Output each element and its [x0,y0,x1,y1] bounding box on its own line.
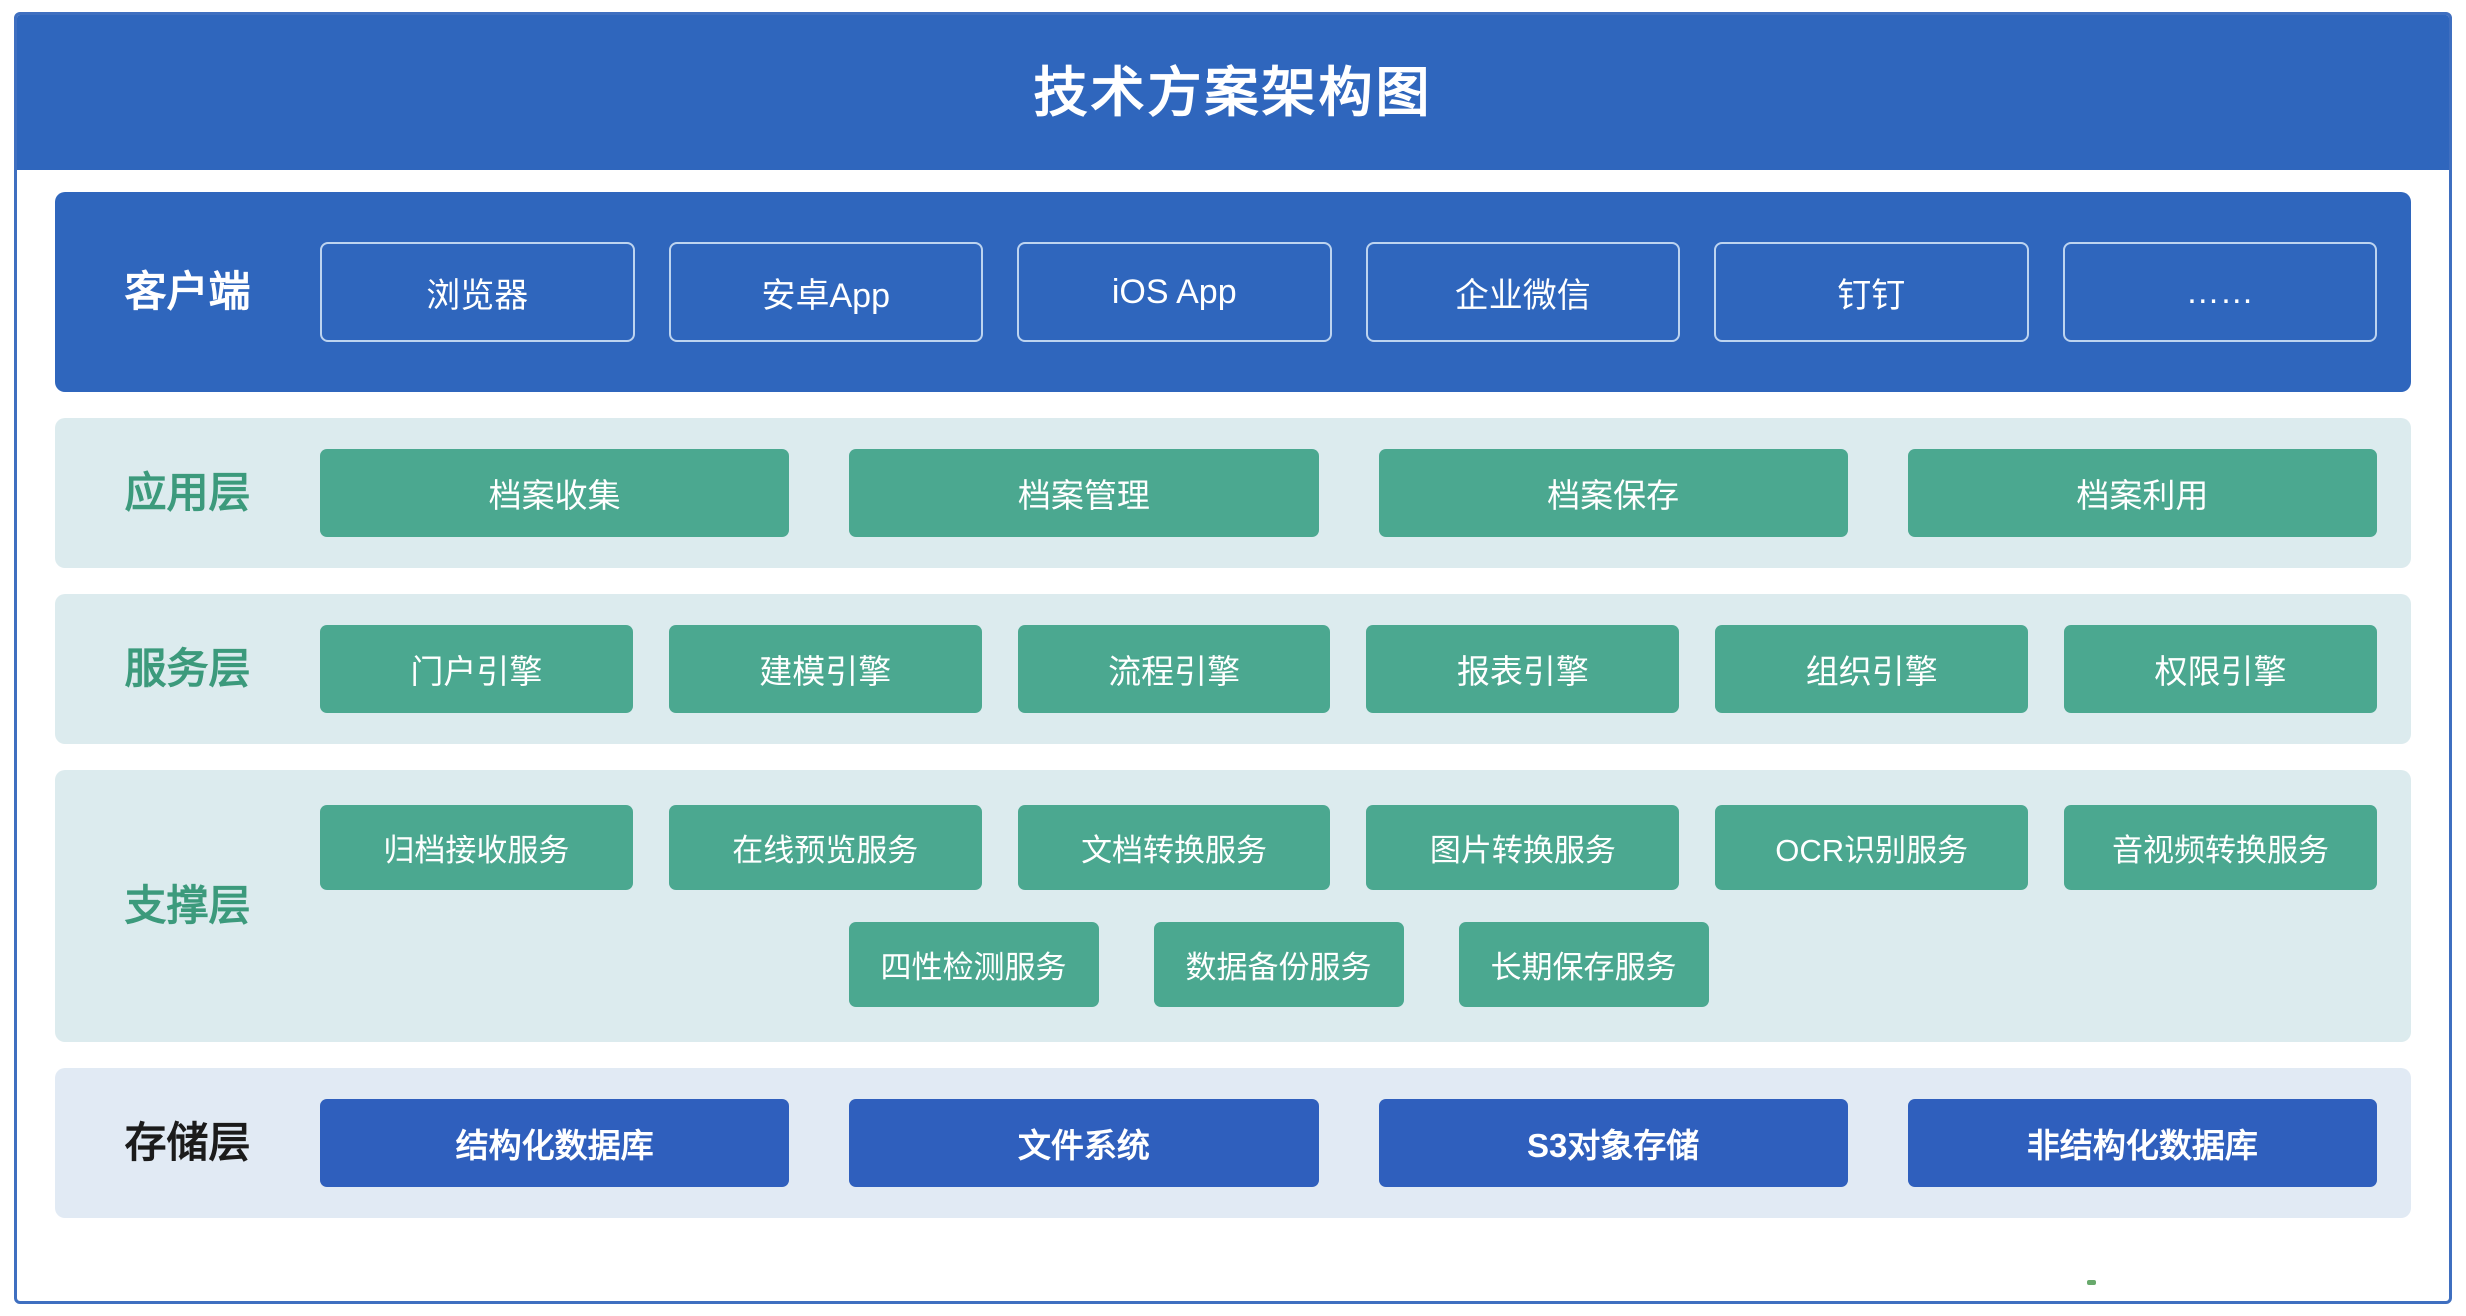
diagram-frame: 技术方案架构图 客户端 浏览器 安卓App iOS App 企业微信 钉钉 ……… [14,12,2452,1304]
layer-service-boxes: 门户引擎 建模引擎 流程引擎 报表引擎 组织引擎 权限引擎 [320,625,2377,713]
storage-item-s3-object-storage[interactable]: S3对象存储 [1378,1099,1848,1187]
layer-label-client: 客户端 [124,268,251,315]
diagram-header: 技术方案架构图 [17,15,2449,170]
client-item-wecom[interactable]: 企业微信 [1365,242,1680,342]
page-title: 技术方案架构图 [1033,62,1433,123]
diagram-body: 客户端 浏览器 安卓App iOS App 企业微信 钉钉 …… 应用层 档案收… [17,170,2449,1301]
architecture-diagram-page: 技术方案架构图 客户端 浏览器 安卓App iOS App 企业微信 钉钉 ……… [0,0,2466,1316]
client-item-ios-app[interactable]: iOS App [1017,242,1332,342]
support-row-secondary: 四性检测服务 数据备份服务 长期保存服务 [320,922,2377,1007]
stray-mark [2087,1280,2096,1285]
service-item-process-engine[interactable]: 流程引擎 [1017,625,1331,713]
layer-label-application: 应用层 [124,469,251,516]
client-item-browser[interactable]: 浏览器 [320,242,635,342]
support-item-ocr-recognition-service[interactable]: OCR识别服务 [1715,805,2029,890]
layer-client: 客户端 浏览器 安卓App iOS App 企业微信 钉钉 …… [55,192,2411,392]
application-item-archive-management[interactable]: 档案管理 [849,449,1319,537]
application-item-archive-preservation[interactable]: 档案保存 [1378,449,1848,537]
support-item-online-preview-service[interactable]: 在线预览服务 [668,805,982,890]
layer-storage-boxes: 结构化数据库 文件系统 S3对象存储 非结构化数据库 [320,1099,2377,1187]
layer-support: 支撑层 归档接收服务 在线预览服务 文档转换服务 图片转换服务 OCR识别服务 … [55,770,2411,1042]
support-row-primary: 归档接收服务 在线预览服务 文档转换服务 图片转换服务 OCR识别服务 音视频转… [320,805,2377,890]
layer-service: 服务层 门户引擎 建模引擎 流程引擎 报表引擎 组织引擎 权限引擎 [55,594,2411,744]
layer-label-support: 支撑层 [124,882,251,929]
layer-client-boxes: 浏览器 安卓App iOS App 企业微信 钉钉 …… [320,242,2377,342]
service-item-permission-engine[interactable]: 权限引擎 [2064,625,2377,713]
support-item-archival-intake-service[interactable]: 归档接收服务 [320,805,633,890]
layer-support-boxes: 归档接收服务 在线预览服务 文档转换服务 图片转换服务 OCR识别服务 音视频转… [320,805,2377,1007]
service-item-portal-engine[interactable]: 门户引擎 [320,625,633,713]
client-item-more[interactable]: …… [2062,242,2377,342]
layer-application: 应用层 档案收集 档案管理 档案保存 档案利用 [55,418,2411,568]
layer-storage: 存储层 结构化数据库 文件系统 S3对象存储 非结构化数据库 [55,1068,2411,1218]
layer-label-storage: 存储层 [124,1119,251,1166]
service-item-report-engine[interactable]: 报表引擎 [1366,625,1680,713]
storage-item-structured-database[interactable]: 结构化数据库 [320,1099,790,1187]
application-item-archive-collection[interactable]: 档案收集 [320,449,790,537]
service-item-organization-engine[interactable]: 组织引擎 [1715,625,2029,713]
client-item-android-app[interactable]: 安卓App [668,242,983,342]
support-item-document-conversion-service[interactable]: 文档转换服务 [1017,805,1331,890]
support-item-four-property-inspection-service[interactable]: 四性检测服务 [848,922,1099,1007]
application-item-archive-utilization[interactable]: 档案利用 [1907,449,2377,537]
support-item-data-backup-service[interactable]: 数据备份服务 [1153,922,1404,1007]
storage-item-file-system[interactable]: 文件系统 [849,1099,1319,1187]
support-item-long-term-preservation-service[interactable]: 长期保存服务 [1458,922,1709,1007]
service-item-modeling-engine[interactable]: 建模引擎 [668,625,982,713]
storage-item-unstructured-database[interactable]: 非结构化数据库 [1907,1099,2377,1187]
support-item-audio-video-conversion-service[interactable]: 音视频转换服务 [2064,805,2377,890]
layer-application-boxes: 档案收集 档案管理 档案保存 档案利用 [320,449,2377,537]
client-item-dingtalk[interactable]: 钉钉 [1714,242,2029,342]
layer-label-service: 服务层 [124,645,251,692]
support-item-image-conversion-service[interactable]: 图片转换服务 [1366,805,1680,890]
